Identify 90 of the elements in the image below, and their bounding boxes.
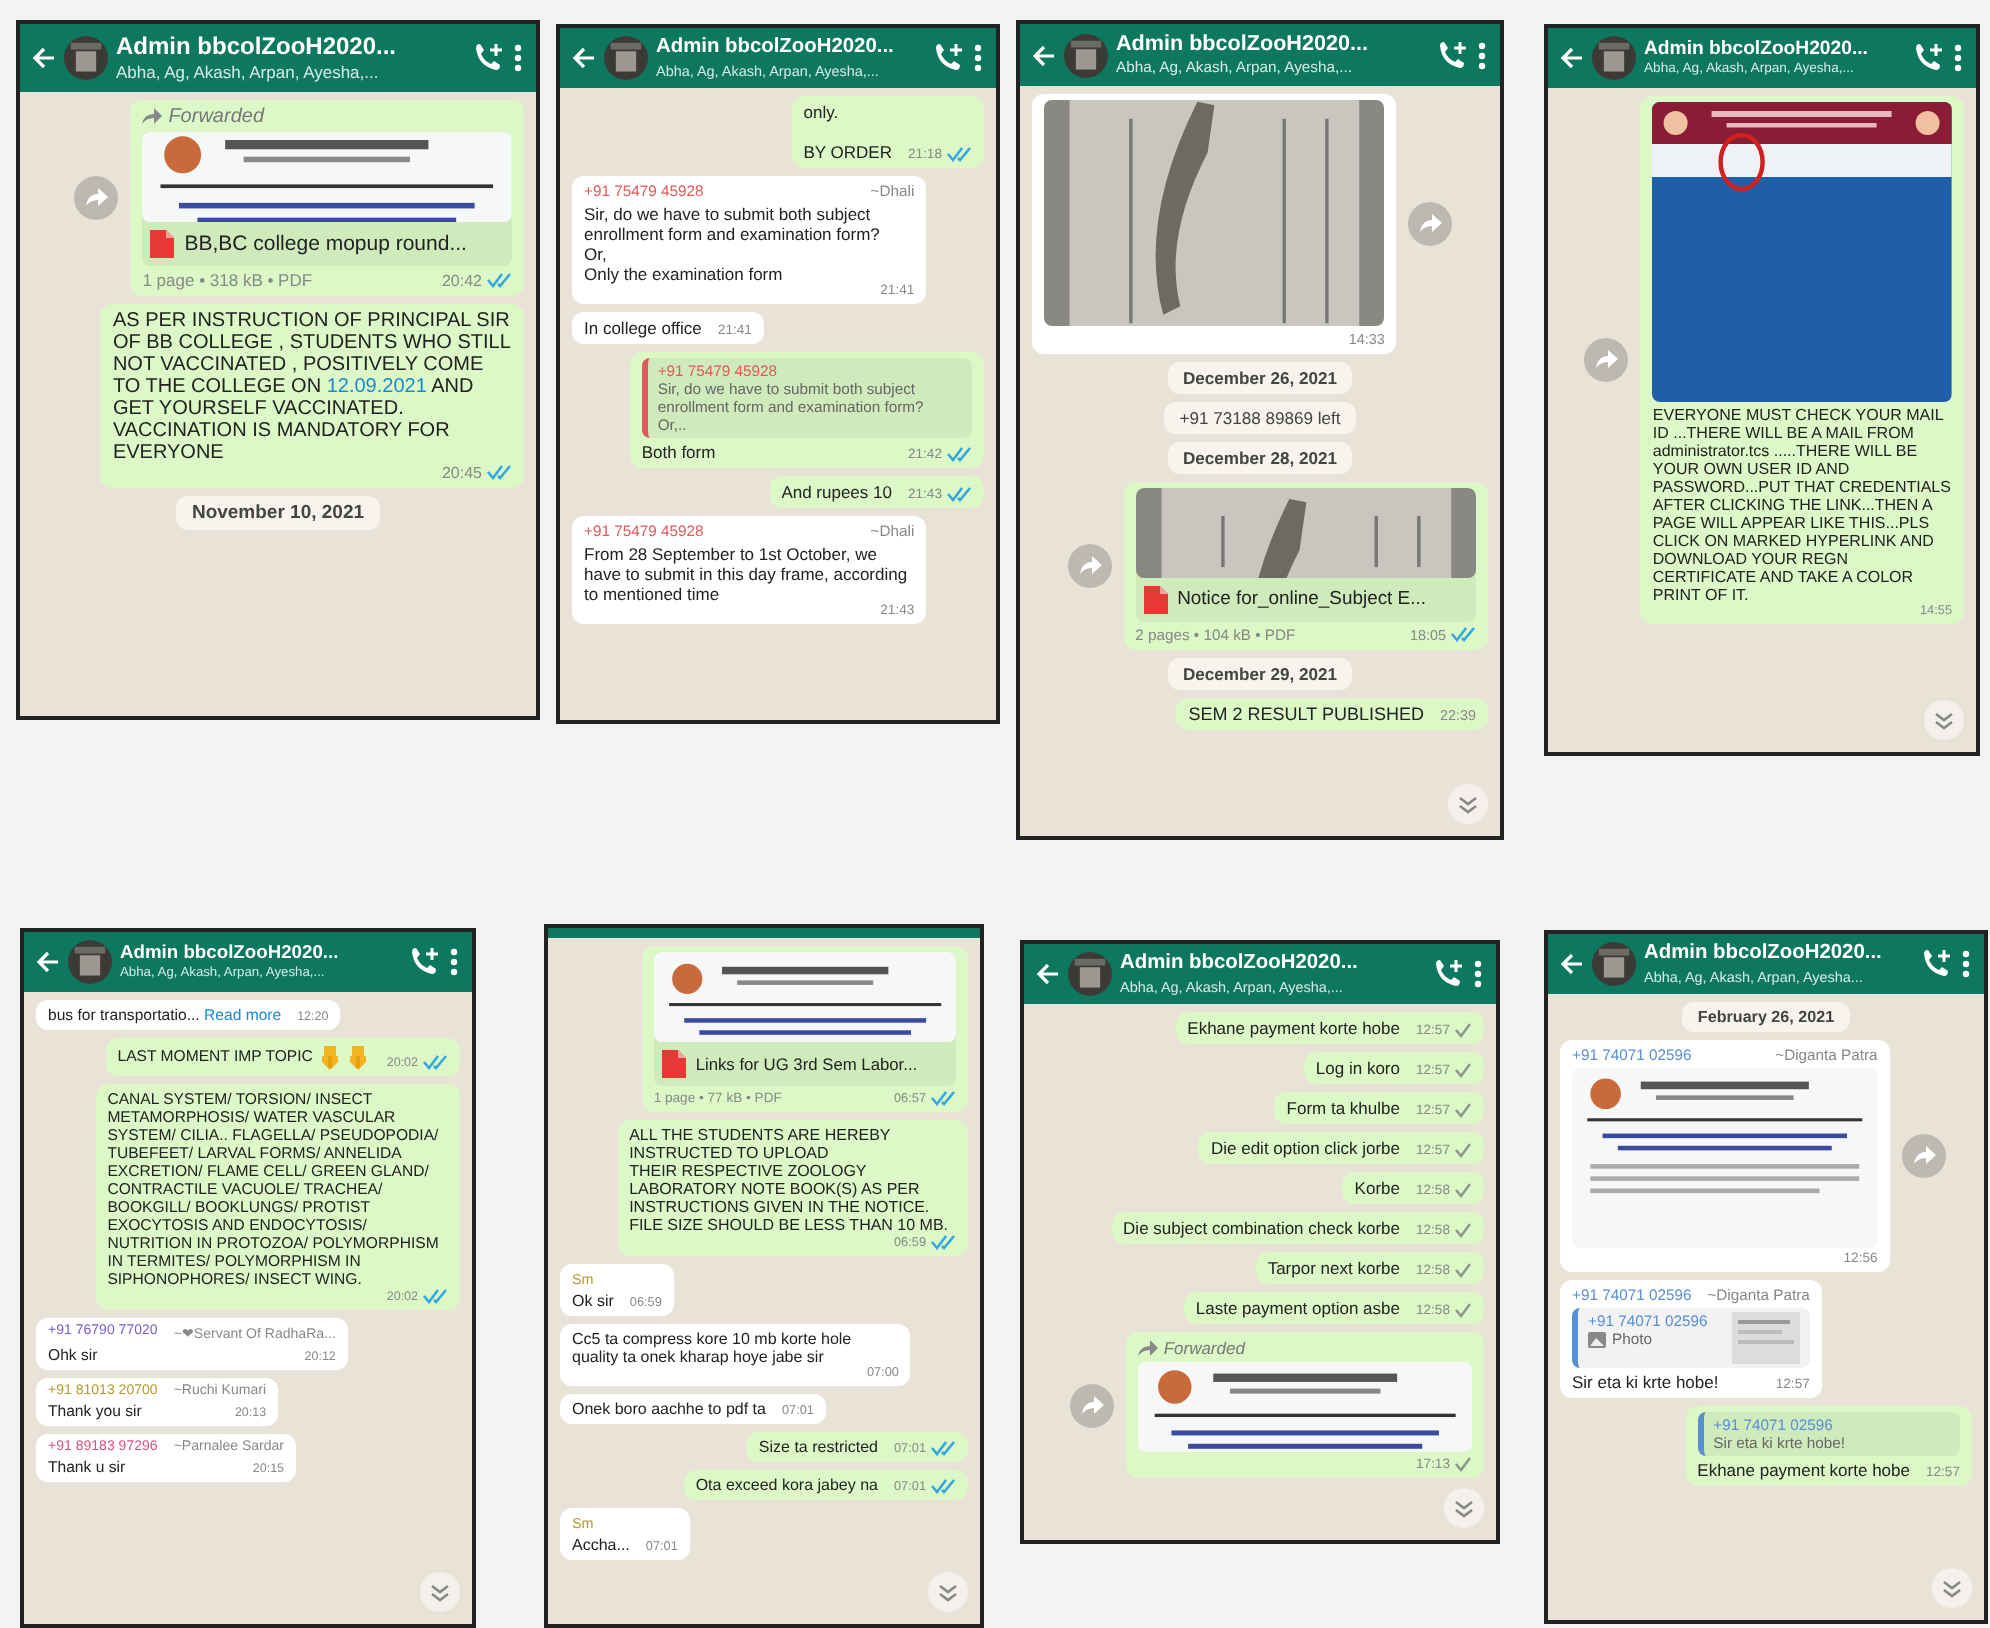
- message-text: Log in koro: [1315, 1058, 1400, 1078]
- group-avatar[interactable]: [1064, 33, 1108, 78]
- back-arrow-icon[interactable]: [1560, 46, 1584, 70]
- group-members: Abha, Ag, Akash, Arpan, Ayesha,...: [116, 62, 381, 84]
- message-text: Size ta restricted: [758, 1438, 878, 1456]
- forward-arrow-icon: [142, 108, 163, 125]
- date-label: December 28, 2021: [1167, 441, 1353, 474]
- scroll-down-icon[interactable]: [1932, 1568, 1972, 1608]
- group-title[interactable]: Admin bbcolZooH2020...: [656, 36, 924, 62]
- add-call-icon[interactable]: [472, 41, 504, 74]
- menu-icon[interactable]: [972, 42, 984, 74]
- back-arrow-icon[interactable]: [572, 46, 596, 70]
- menu-icon[interactable]: [512, 41, 524, 74]
- group-title[interactable]: Admin bbcolZooH2020...: [116, 32, 464, 62]
- file-details: 1 page • 318 kB • PDF: [142, 269, 313, 290]
- forwarded-label: Forwarded: [1163, 1338, 1245, 1358]
- message-time: 20:42: [441, 271, 482, 290]
- message-text: Sir, do we have to submit both subject enrollment form and examination form? Or, Only the examination form: [584, 204, 881, 284]
- forward-arrow-icon: [1137, 1340, 1158, 1356]
- menu-icon[interactable]: [1476, 39, 1488, 72]
- system-notice: +91 73188 89869 left: [1163, 401, 1357, 434]
- message-text: AS PER INSTRUCTION OF PRINCIPAL SIR OF BB COLLEGE , STUDENTS WHO STILL NOT VACCINATED , POSITIVELY COME TO THE COLLEGE ON 12.09.2021 AND GET YOURSELF VACCINATED. VACCINATION IS MANDATORY FOR EVERYONE: [112, 309, 512, 464]
- group-avatar[interactable]: [1068, 952, 1112, 996]
- message-text: In college office: [584, 318, 702, 338]
- menu-icon[interactable]: [1952, 42, 1964, 74]
- message-text: And rupees 10: [781, 482, 892, 502]
- group-avatar[interactable]: [604, 36, 648, 80]
- scroll-down-icon[interactable]: [1924, 700, 1964, 740]
- message-text: Onek boro aachhe to pdf ta: [572, 1400, 766, 1418]
- add-call-icon[interactable]: [932, 42, 964, 74]
- date-label: December 26, 2021: [1167, 361, 1353, 394]
- pointing-down-icon: [318, 1044, 343, 1070]
- group-title[interactable]: Admin bbcolZooH2020...: [120, 942, 400, 966]
- add-call-icon[interactable]: [408, 946, 440, 978]
- message-text: Die edit option click jorbe: [1210, 1138, 1400, 1158]
- message-text: Die subject combination check korbe: [1123, 1218, 1400, 1238]
- group-title[interactable]: Admin bbcolZooH2020...: [1116, 32, 1428, 59]
- message-text: ALL THE STUDENTS ARE HEREBY INSTRUCTED TO UPLOAD THEIR RESPECTIVE ZOOLOGY LABORATORY NOTE BOOK(S) AS PER INSTRUCTIONS GIVEN IN THE NOTICE. FILE SIZE SHOULD BE LESS THAN 10 MB.: [629, 1126, 951, 1234]
- add-call-icon[interactable]: [1436, 39, 1468, 72]
- menu-icon[interactable]: [448, 946, 460, 978]
- add-call-icon[interactable]: [1912, 42, 1944, 74]
- pointing-down-icon: [346, 1044, 371, 1070]
- group-avatar[interactable]: [1592, 942, 1636, 986]
- message-text: SEM 2 RESULT PUBLISHED: [1188, 703, 1424, 724]
- group-title[interactable]: Admin bbcolZooH2020...: [1644, 942, 1912, 968]
- add-call-icon[interactable]: [1920, 948, 1952, 980]
- message-text: Ota exceed kora jabey na: [695, 1476, 878, 1494]
- back-arrow-icon[interactable]: [36, 950, 60, 974]
- group-title[interactable]: Admin bbcolZooH2020...: [1644, 37, 1904, 62]
- back-arrow-icon[interactable]: [32, 45, 56, 70]
- message-text: Form ta khulbe: [1286, 1098, 1400, 1118]
- file-name[interactable]: Notice for_online_Subject E...: [1177, 588, 1426, 611]
- back-arrow-icon[interactable]: [1032, 43, 1056, 68]
- date-label: November 10, 2021: [175, 495, 381, 530]
- group-avatar[interactable]: [1592, 36, 1636, 80]
- file-name[interactable]: Links for UG 3rd Sem Labor...: [695, 1054, 918, 1074]
- message-text: Ekhane payment korte hobe: [1697, 1460, 1910, 1480]
- pdf-file-icon: [1143, 585, 1168, 614]
- pdf-file-icon: [661, 1050, 686, 1078]
- group-avatar[interactable]: [68, 940, 112, 984]
- message-text: Ok sir: [572, 1292, 614, 1310]
- message-text: Sir eta ki krte hobe!: [1572, 1372, 1719, 1392]
- message-text: Tarpor next korbe: [1267, 1258, 1400, 1278]
- scroll-down-icon[interactable]: [1444, 1488, 1484, 1528]
- group-title[interactable]: Admin bbcolZooH2020...: [1120, 952, 1424, 978]
- file-name[interactable]: BB,BC college mopup round...: [184, 231, 467, 256]
- forwarded-label: Forwarded: [168, 105, 265, 128]
- scroll-down-icon[interactable]: [928, 1572, 968, 1612]
- date-label: February 26, 2021: [1681, 1002, 1851, 1032]
- message-text: Both form: [641, 442, 716, 462]
- message-text: From 28 September to 1st October, we have to submit in this day frame, according to mentioned time: [584, 544, 910, 604]
- group-avatar[interactable]: [64, 35, 108, 80]
- message-text: Laste payment option asbe: [1195, 1298, 1400, 1318]
- back-arrow-icon[interactable]: [1036, 962, 1060, 986]
- back-arrow-icon[interactable]: [1560, 952, 1584, 976]
- menu-icon[interactable]: [1472, 958, 1484, 990]
- pdf-file-icon: [150, 229, 175, 258]
- message-text: Ekhane payment korte hobe: [1187, 1018, 1400, 1038]
- message-time: 20:45: [441, 463, 482, 482]
- add-call-icon[interactable]: [1432, 958, 1464, 990]
- message-text: Cc5 ta compress kore 10 mb korte hole quality ta onek kharap hoye jabe sir: [572, 1330, 854, 1366]
- date-label: December 29, 2021: [1167, 657, 1353, 690]
- message-text: Korbe: [1354, 1178, 1400, 1198]
- message-text: only. BY ORDER: [803, 102, 892, 162]
- message-text: Accha...: [572, 1536, 630, 1554]
- link[interactable]: 12.09.2021: [326, 375, 427, 398]
- scroll-down-icon[interactable]: [420, 1572, 460, 1612]
- menu-icon[interactable]: [1960, 948, 1972, 980]
- scroll-down-icon[interactable]: [1448, 784, 1488, 824]
- message-text: EVERYONE MUST CHECK YOUR MAIL ID ...THERE WILL BE A MAIL FROM administrator.tcs .....THERE WILL BE YOUR OWN USER ID AND PASSWORD...PUT THAT CREDENTIALS AFTER CLICKING THE LINK...THEN A PAGE WILL APPEAR LIKE THIS...PLS CLICK ON MARKED HYPERLINK AND DOWNLOAD YOUR REGN CERTIFICATE AND TAKE A COLOR PRINT OF IT.: [1652, 406, 1952, 604]
